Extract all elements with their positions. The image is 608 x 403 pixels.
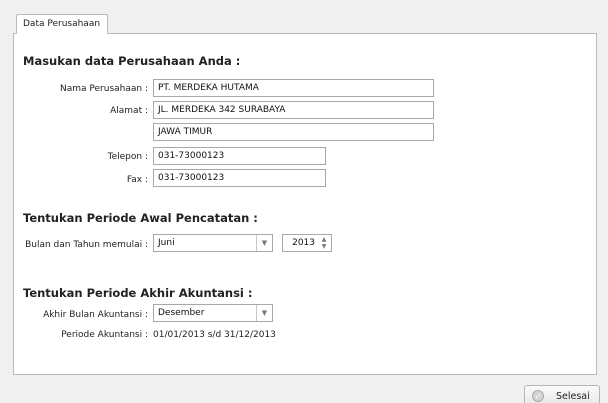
end-month-dropdown[interactable]: Desember ▼	[153, 304, 273, 322]
start-month-dropdown[interactable]: Juni ▼	[153, 234, 273, 252]
chevron-down-icon[interactable]: ▼	[256, 235, 272, 251]
finish-button[interactable]: ✓ Selesai	[524, 385, 600, 403]
phone-label: Telepon :	[107, 152, 148, 162]
start-year-spinner[interactable]: 2013 ▲ ▼	[282, 234, 332, 252]
fax-label: Fax :	[126, 175, 148, 185]
start-month-value: Juni	[158, 238, 175, 248]
address-line2-field[interactable]: JAWA TIMUR	[153, 123, 434, 141]
tab-label: Data Perusahaan	[23, 19, 101, 29]
company-section-heading: Masukan data Perusahaan Anda :	[23, 54, 241, 68]
tab-data-perusahaan[interactable]: Data Perusahaan	[16, 14, 108, 34]
period-label: Periode Akuntansi :	[61, 330, 148, 340]
phone-field[interactable]: 031-73000123	[153, 147, 326, 165]
period-value: 01/01/2013 s/d 31/12/2013	[153, 330, 276, 340]
address-label: Alamat :	[110, 106, 148, 116]
company-name-field[interactable]: PT. MERDEKA HUTAMA	[153, 79, 434, 97]
end-month-label: Akhir Bulan Akuntansi :	[43, 310, 148, 320]
start-period-heading: Tentukan Periode Awal Pencatatan :	[23, 211, 258, 225]
company-name-label: Nama Perusahaan :	[60, 84, 148, 94]
end-month-value: Desember	[158, 308, 205, 318]
finish-button-label: Selesai	[556, 391, 590, 402]
end-period-heading: Tentukan Periode Akhir Akuntansi :	[23, 286, 253, 300]
start-year-value: 2013	[292, 238, 315, 248]
spinner-arrows-icon[interactable]: ▲ ▼	[319, 236, 329, 250]
fax-field[interactable]: 031-73000123	[153, 169, 326, 187]
check-circle-icon: ✓	[532, 390, 544, 402]
chevron-down-icon[interactable]: ▼	[256, 305, 272, 321]
start-month-year-label: Bulan dan Tahun memulai :	[25, 240, 148, 250]
address-line1-field[interactable]: JL. MERDEKA 342 SURABAYA	[153, 101, 434, 119]
